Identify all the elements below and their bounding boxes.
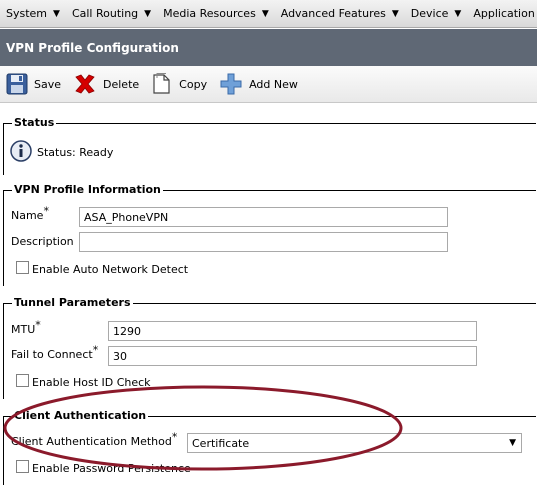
menu-system[interactable]: System ▼ — [0, 0, 66, 28]
mtu-label: MTU* — [11, 318, 41, 336]
info-icon — [10, 140, 32, 162]
name-field[interactable]: ASA_PhoneVPN — [79, 207, 448, 227]
menu-advanced-features-label: Advanced Features — [280, 7, 386, 20]
delete-icon — [75, 74, 95, 94]
chevron-down-icon: ▼ — [53, 8, 60, 19]
description-label: Description — [11, 235, 74, 248]
chevron-down-icon: ▼ — [509, 438, 516, 448]
menu-call-routing-label: Call Routing — [71, 7, 139, 20]
chevron-down-icon: ▼ — [391, 8, 399, 19]
plus-icon — [220, 73, 242, 95]
name-label: Name* — [11, 204, 49, 222]
copy-button[interactable]: Copy — [151, 72, 207, 96]
vpn-profile-section: VPN Profile Information Name* ASA_PhoneV… — [3, 183, 536, 286]
main-menu-bar: System ▼ Call Routing ▼ Media Resources … — [0, 0, 537, 28]
add-new-button[interactable]: Add New — [219, 72, 298, 96]
menu-device-label: Device — [410, 7, 449, 20]
enable-host-id-check-label: Enable Host ID Check — [32, 376, 151, 389]
enable-host-id-check-checkbox[interactable] — [16, 374, 29, 387]
status-section-title: Status — [12, 116, 57, 129]
menu-media-resources-label: Media Resources — [163, 7, 256, 20]
client-authentication-section-title: Client Authentication — [12, 409, 149, 422]
save-button[interactable]: Save — [6, 73, 61, 95]
enable-password-persistence-label: Enable Password Persistence — [32, 462, 191, 475]
enable-password-persistence-checkbox[interactable] — [16, 460, 29, 473]
fail-to-connect-field[interactable]: 30 — [108, 346, 477, 366]
status-section: Status Status: Ready — [3, 116, 536, 175]
copy-icon — [153, 73, 170, 94]
menu-system-label: System — [6, 7, 48, 20]
delete-button[interactable]: Delete — [73, 72, 139, 96]
add-new-label: Add New — [249, 77, 298, 91]
delete-label: Delete — [103, 77, 140, 91]
vpn-profile-section-title: VPN Profile Information — [12, 183, 163, 196]
menu-device[interactable]: Device ▼ — [405, 0, 468, 28]
tunnel-parameters-section: Tunnel Parameters MTU* 1290 Fail to Conn… — [3, 296, 536, 399]
enable-auto-network-detect-label: Enable Auto Network Detect — [32, 263, 189, 276]
save-icon — [6, 73, 28, 95]
copy-label: Copy — [179, 77, 208, 91]
client-authentication-section: Client Authentication Client Authenticat… — [3, 409, 536, 485]
menu-application-label: Application — [473, 7, 535, 20]
enable-auto-network-detect-checkbox[interactable] — [16, 261, 29, 274]
description-field[interactable] — [79, 232, 448, 252]
tunnel-parameters-section-title: Tunnel Parameters — [12, 296, 133, 309]
toolbar: Save Delete Copy Add New — [0, 66, 537, 103]
client-auth-method-label: Client Authentication Method* — [11, 430, 178, 448]
chevron-down-icon: ▼ — [261, 8, 269, 19]
page-title-bar: VPN Profile Configuration — [0, 29, 537, 66]
status-text: Status: Ready — [37, 146, 114, 159]
page-title: VPN Profile Configuration — [6, 40, 179, 55]
client-auth-method-select[interactable]: Certificate ▼ — [187, 433, 522, 453]
mtu-field[interactable]: 1290 — [108, 321, 477, 341]
chevron-down-icon: ▼ — [144, 8, 152, 19]
menu-application[interactable]: Application ▼ — [467, 0, 537, 28]
menu-call-routing[interactable]: Call Routing ▼ — [66, 0, 157, 28]
client-auth-method-value: Certificate — [192, 437, 250, 450]
save-label: Save — [34, 77, 62, 91]
menu-media-resources[interactable]: Media Resources ▼ — [157, 0, 275, 28]
chevron-down-icon: ▼ — [454, 8, 462, 19]
menu-advanced-features[interactable]: Advanced Features ▼ — [275, 0, 405, 28]
fail-to-connect-label: Fail to Connect* — [11, 343, 99, 361]
